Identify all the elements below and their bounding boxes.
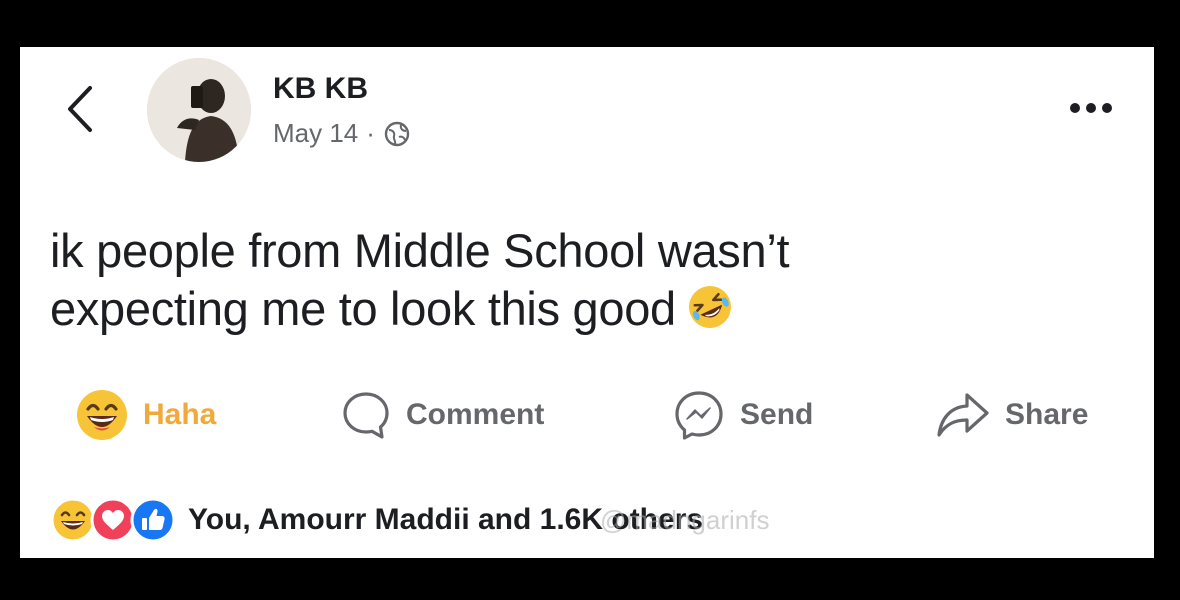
- post-text: ik people from Middle School wasn’t expe…: [50, 222, 1050, 344]
- post-text-line-1: ik people from Middle School wasn’t: [50, 224, 790, 277]
- post-meta: May 14 ·: [273, 118, 411, 149]
- author-name[interactable]: KB KB: [273, 72, 368, 106]
- haha-label: Haha: [143, 398, 217, 431]
- share-arrow-icon: [937, 393, 989, 437]
- back-arrow-icon[interactable]: [60, 84, 100, 134]
- comment-label: Comment: [406, 398, 545, 431]
- share-label: Share: [1005, 398, 1089, 431]
- watermark: @madngarinfs: [600, 505, 770, 535]
- post-date[interactable]: May 14: [273, 118, 358, 149]
- comment-button[interactable]: Comment: [340, 385, 544, 445]
- meta-separator: ·: [366, 118, 375, 148]
- reaction-icons: [50, 497, 176, 543]
- share-button[interactable]: Share: [935, 385, 1088, 445]
- send-button[interactable]: Send: [672, 385, 813, 445]
- post-text-line-2: expecting me to look this good: [50, 280, 1050, 344]
- rolling-laughing-emoji-icon: [686, 283, 734, 344]
- globe-icon: [384, 121, 410, 146]
- action-bar: Haha Comment Send Share: [0, 385, 1180, 445]
- messenger-icon: [675, 391, 723, 440]
- send-label: Send: [740, 398, 814, 431]
- avatar[interactable]: [147, 58, 251, 162]
- like-reaction-icon: [130, 497, 176, 543]
- post-text-line-2-content: expecting me to look this good: [50, 282, 676, 335]
- comment-icon: [343, 392, 389, 439]
- more-options-icon[interactable]: [1065, 96, 1125, 120]
- haha-button[interactable]: Haha: [75, 385, 216, 445]
- post-card: KB KB May 14 · ik people from Middle Sch…: [20, 47, 1154, 558]
- haha-emoji-icon: [77, 390, 127, 440]
